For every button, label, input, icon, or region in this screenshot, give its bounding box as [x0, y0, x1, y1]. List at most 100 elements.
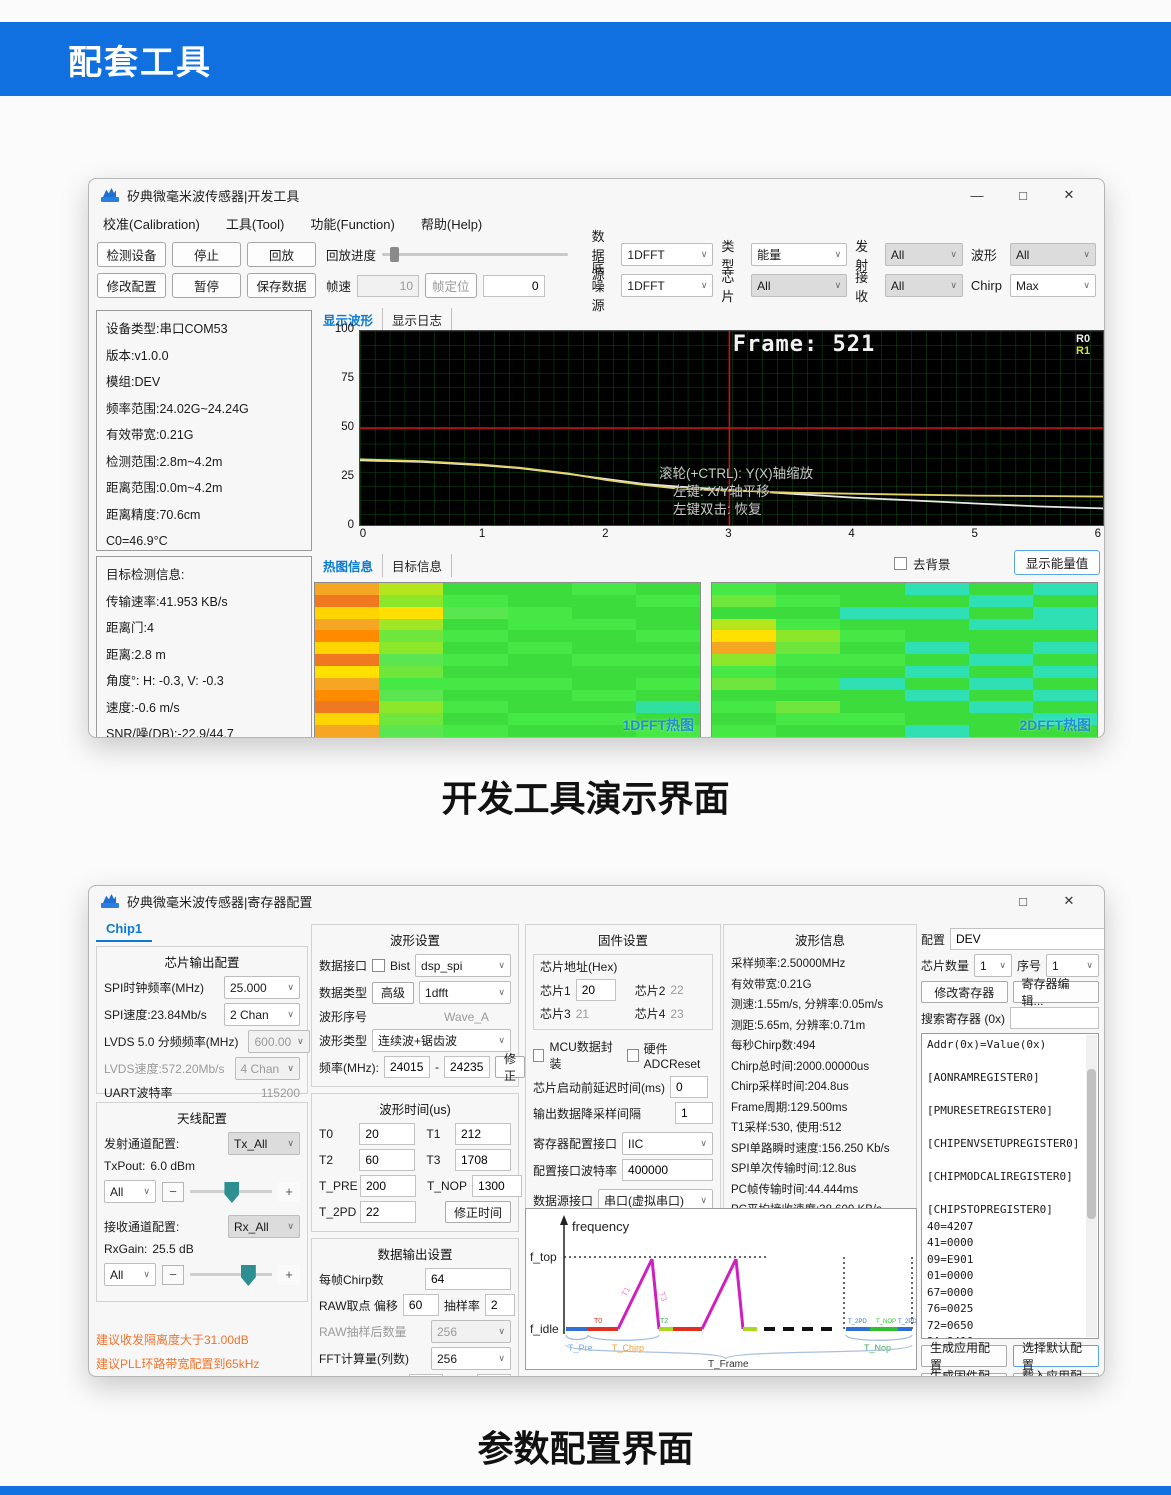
tx-select[interactable]: All∨ — [885, 243, 963, 266]
rx-channel-select[interactable]: Rx_All∨ — [228, 1215, 300, 1238]
show-energy-button[interactable]: 显示能量值 — [1014, 550, 1100, 575]
tx-power-slider[interactable] — [190, 1190, 272, 1193]
chip-count-select[interactable]: 1∨ — [974, 954, 1012, 977]
lvds-channels-select[interactable]: 4 Chan∨ — [235, 1057, 301, 1080]
target-info-line: SNR/噪(DB):-22.9/44.7 — [106, 721, 302, 738]
data-output-group: 数据输出设置 每帧Chirp数 RAW取点 偏移 抽样率 RAW抽样后数量 25… — [311, 1238, 519, 1377]
freq-from-input[interactable] — [384, 1056, 430, 1078]
frame-locate-input[interactable] — [483, 275, 545, 297]
tx-ant-select[interactable]: All∨ — [104, 1180, 156, 1203]
raw-rate-input[interactable] — [485, 1294, 515, 1316]
reg-if-select[interactable]: IIC∨ — [622, 1132, 713, 1155]
generate-firmware-config-button[interactable]: 生成固件配置 — [921, 1373, 1007, 1377]
chirp-select[interactable]: Max∨ — [1010, 274, 1096, 297]
chip1-addr-input[interactable] — [576, 979, 616, 1001]
rx-gain-slider[interactable] — [190, 1273, 272, 1276]
slider-thumb[interactable] — [224, 1182, 239, 1203]
y-axis-tick: 50 — [314, 421, 354, 433]
tab-chip1[interactable]: Chip1 — [96, 918, 152, 942]
cfg-baud-input[interactable] — [622, 1159, 713, 1181]
t2-input[interactable] — [359, 1149, 415, 1171]
heatmap-cell — [572, 583, 636, 595]
rx-select[interactable]: All∨ — [885, 274, 963, 297]
playback-progress-slider[interactable] — [382, 253, 568, 256]
register-scrollbar[interactable] — [1086, 1035, 1097, 1337]
raw-offset-input[interactable] — [403, 1294, 439, 1316]
pause-button[interactable]: 暂停 — [172, 273, 241, 298]
t1-input[interactable] — [455, 1123, 511, 1145]
remove-background-checkbox[interactable] — [894, 557, 907, 570]
tab-show-log[interactable]: 显示日志 — [383, 308, 452, 331]
t2pd-input[interactable] — [360, 1201, 416, 1223]
tab-heatmap-info[interactable]: 热图信息 — [314, 554, 383, 577]
freq-fix-button[interactable]: 修正 — [495, 1056, 525, 1078]
heatmap-cell — [776, 630, 840, 642]
register-edit-button[interactable]: 寄存器编辑... — [1013, 981, 1100, 1003]
menu-function[interactable]: 功能(Function) — [310, 214, 395, 233]
type-select[interactable]: 能量∨ — [751, 243, 847, 266]
freq-to-input[interactable] — [444, 1056, 490, 1078]
tx-power-plus-button[interactable]: + — [278, 1182, 300, 1202]
fix-time-button[interactable]: 修正时间 — [445, 1201, 511, 1223]
chip-select[interactable]: All∨ — [751, 274, 847, 297]
frame-rate-input[interactable] — [357, 275, 419, 297]
close-button[interactable]: ✕ — [1046, 887, 1092, 915]
register-list[interactable]: Addr(0x)=Value(0x) [AONRAMREGISTER0] [PM… — [921, 1033, 1099, 1339]
device-info-line: 距离精度:70.6cm — [106, 502, 302, 529]
scrollbar-thumb[interactable] — [1087, 1069, 1096, 1219]
fft-out-col-offset-input[interactable] — [409, 1374, 443, 1377]
noise-source-select[interactable]: 1DFFT∨ — [621, 274, 713, 297]
rx-gain-plus-button[interactable]: + — [278, 1265, 300, 1285]
t3-input[interactable] — [455, 1149, 511, 1171]
fft-cols-select[interactable]: 256∨ — [431, 1347, 511, 1370]
menu-calibration[interactable]: 校准(Calibration) — [103, 214, 200, 233]
tab-target-info[interactable]: 目标信息 — [383, 554, 452, 577]
index-select[interactable]: 1∨ — [1046, 954, 1099, 977]
fft-out-col-count-input[interactable] — [477, 1374, 511, 1377]
spi-clock-select[interactable]: 25.000∨ — [224, 976, 300, 999]
minimize-button[interactable]: — — [954, 181, 1000, 209]
raw-after-select[interactable]: 256∨ — [431, 1320, 511, 1343]
detect-device-button[interactable]: 检测设备 — [97, 242, 166, 267]
load-app-config-button[interactable]: 载入应用配置 — [1013, 1373, 1099, 1377]
maximize-button[interactable]: □ — [1000, 887, 1046, 915]
chirps-input[interactable] — [425, 1268, 511, 1290]
generate-app-config-button[interactable]: 生成应用配置 — [921, 1345, 1007, 1367]
modify-register-button[interactable]: 修改寄存器 — [921, 981, 1008, 1003]
maximize-button[interactable]: □ — [1000, 181, 1046, 209]
data-interface-select[interactable]: dsp_spi∨ — [415, 954, 511, 977]
slider-thumb[interactable] — [241, 1265, 256, 1286]
menu-help[interactable]: 帮助(Help) — [421, 214, 482, 233]
tx-channel-select[interactable]: Tx_All∨ — [228, 1132, 300, 1155]
slider-thumb[interactable] — [390, 247, 399, 262]
tx-power-minus-button[interactable]: − — [162, 1182, 184, 1202]
replay-button[interactable]: 回放 — [247, 242, 316, 267]
wave-select[interactable]: All∨ — [1010, 243, 1096, 266]
start-delay-input[interactable] — [670, 1076, 708, 1098]
data-source-select[interactable]: 1DFFT∨ — [621, 243, 713, 266]
downsample-input[interactable] — [675, 1102, 713, 1124]
tnop-input[interactable] — [472, 1175, 522, 1197]
frame-locate-button[interactable]: 帧定位 — [425, 273, 477, 298]
config-name-input[interactable] — [950, 928, 1105, 950]
rx-ant-select[interactable]: All∨ — [104, 1263, 156, 1286]
adc-reset-checkbox[interactable] — [627, 1049, 638, 1062]
advanced-button[interactable]: 高级 — [372, 982, 414, 1004]
menu-tool[interactable]: 工具(Tool) — [226, 214, 285, 233]
data-type-select[interactable]: 1dfft∨ — [419, 981, 511, 1004]
close-button[interactable]: ✕ — [1046, 181, 1092, 209]
tpre-input[interactable] — [360, 1175, 416, 1197]
spi-channels-select[interactable]: 2 Chan∨ — [224, 1003, 300, 1026]
modify-config-button[interactable]: 修改配置 — [97, 273, 166, 298]
search-register-input[interactable] — [1010, 1007, 1099, 1029]
mcu-pack-checkbox[interactable] — [533, 1049, 544, 1062]
wave-type-select[interactable]: 连续波+锯齿波∨ — [372, 1029, 511, 1052]
rx-gain-minus-button[interactable]: − — [162, 1265, 184, 1285]
heat-tabs: 热图信息 目标信息 — [314, 554, 452, 577]
lvds-div-select[interactable]: 600.00∨ — [248, 1030, 309, 1053]
bist-checkbox[interactable] — [372, 959, 385, 972]
t0-input[interactable] — [359, 1123, 415, 1145]
save-data-button[interactable]: 保存数据 — [247, 273, 316, 298]
stop-button[interactable]: 停止 — [172, 242, 241, 267]
select-default-config-button[interactable]: 选择默认配置 — [1013, 1345, 1099, 1367]
